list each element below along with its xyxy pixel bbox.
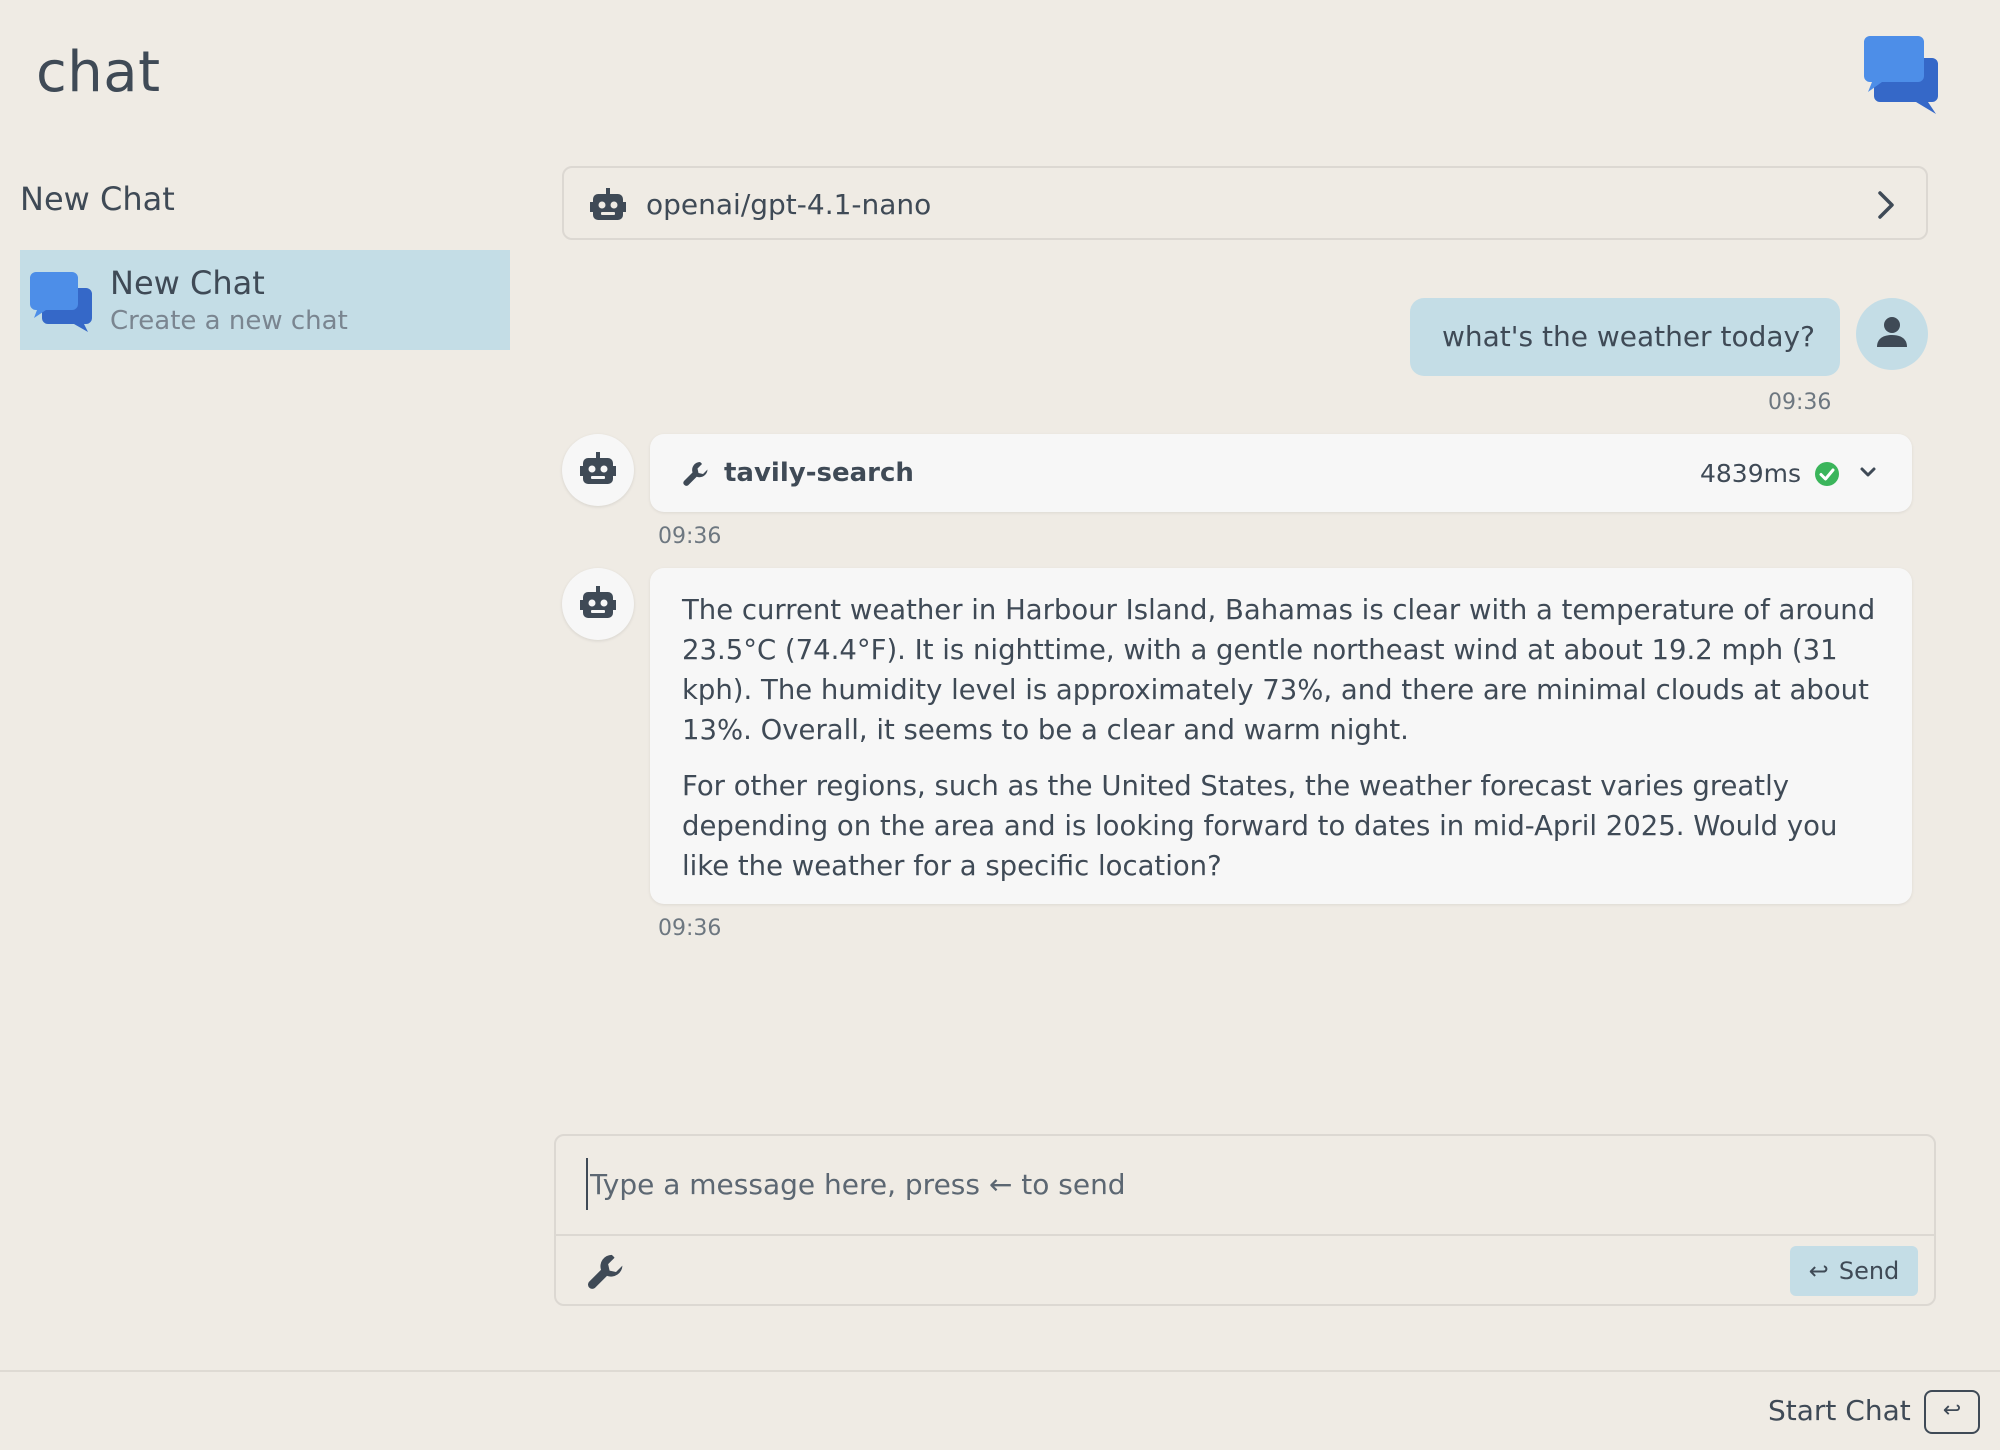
user-avatar (1856, 298, 1928, 370)
sidebar-heading[interactable]: New Chat (20, 180, 175, 218)
chat-app-window: chat New Chat New Chat Create a new chat… (0, 0, 2000, 1450)
success-check-icon (1815, 462, 1839, 486)
wrench-icon[interactable] (586, 1252, 626, 1292)
tool-call-timestamp: 09:36 (658, 524, 722, 549)
robot-icon (590, 188, 626, 220)
chevron-right-icon (1878, 191, 1894, 219)
return-key-icon[interactable]: ↩ (1924, 1390, 1980, 1434)
tool-call-card[interactable]: tavily-search 4839ms (650, 434, 1912, 512)
assistant-message-bubble: The current weather in Harbour Island, B… (650, 568, 1912, 904)
robot-icon (580, 586, 616, 618)
return-icon: ↩ (1808, 1257, 1829, 1285)
assistant-message-timestamp: 09:36 (658, 916, 722, 941)
assistant-message-paragraph: The current weather in Harbour Island, B… (682, 594, 1876, 746)
message-input[interactable] (586, 1158, 1906, 1210)
chat-bubbles-icon (30, 272, 92, 332)
assistant-message-paragraph: For other regions, such as the United St… (682, 770, 1838, 882)
footer-divider (0, 1370, 2000, 1372)
send-button[interactable]: ↩ Send (1790, 1246, 1918, 1296)
person-icon (1877, 317, 1907, 347)
start-chat-label[interactable]: Start Chat (1768, 1394, 1911, 1427)
chat-list-item-subtitle: Create a new chat (110, 306, 348, 336)
wrench-icon (683, 462, 708, 486)
user-message-bubble: what's the weather today? (1410, 298, 1840, 376)
model-name: openai/gpt-4.1-nano (646, 188, 932, 221)
message-composer: ↩ Send (554, 1134, 1936, 1306)
chat-list-item-new-chat[interactable]: New Chat Create a new chat (20, 250, 510, 350)
chat-bubbles-icon (1864, 36, 1938, 114)
chevron-down-icon[interactable] (1858, 466, 1878, 480)
user-message-timestamp: 09:36 (1768, 390, 1832, 415)
tool-duration: 4839ms (1700, 459, 1802, 488)
assistant-avatar (562, 568, 634, 640)
app-title: chat (36, 40, 161, 105)
robot-icon (580, 452, 616, 484)
composer-divider (556, 1234, 1934, 1236)
send-button-label: Send (1838, 1257, 1900, 1285)
assistant-avatar (562, 434, 634, 506)
tool-name: tavily-search (724, 458, 914, 488)
model-selector[interactable]: openai/gpt-4.1-nano (562, 166, 1928, 240)
chat-list-item-title: New Chat (110, 264, 265, 302)
user-message-text: what's the weather today? (1442, 320, 1815, 353)
